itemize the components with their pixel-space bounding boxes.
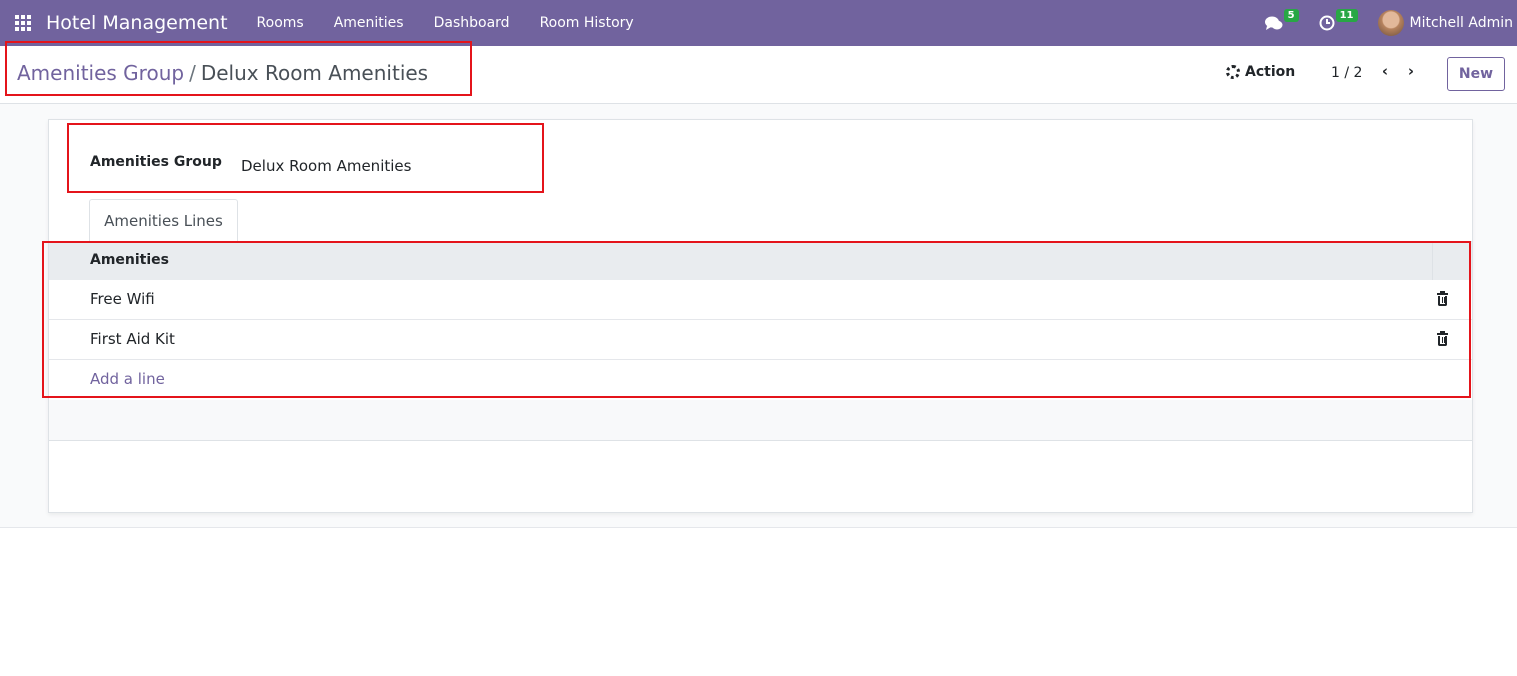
app-brand[interactable]: Hotel Management [46,12,228,34]
breadcrumb-current: Delux Room Amenities [200,61,429,85]
form-sheet: Amenities Group Delux Room Amenities Ame… [48,119,1473,513]
pager-value[interactable]: 1 / 2 [1331,65,1362,81]
add-line-link[interactable]: Add a line [90,370,165,388]
messages-badge: 5 [1283,9,1299,22]
control-panel: Amenities Group / Delux Room Amenities Act… [0,46,1517,104]
menu-item-rooms[interactable]: Rooms [242,15,319,31]
column-header-actions [1432,242,1472,281]
messages-systray[interactable]: 5 [1264,9,1299,31]
amenities-group-field[interactable]: Delux Room Amenities [241,157,411,175]
table-row[interactable]: Free Wifi [49,280,1472,320]
table-row[interactable]: First Aid Kit [49,320,1472,360]
tab-amenities-lines[interactable]: Amenities Lines [89,199,238,241]
breadcrumb-separator: / [189,61,196,85]
amenity-name[interactable]: First Aid Kit [90,330,175,348]
chevron-right-icon[interactable]: › [1402,62,1420,80]
menu-item-dashboard[interactable]: Dashboard [419,15,525,31]
table-header: Amenities [49,241,1472,281]
user-menu[interactable]: Mitchell Admin [1377,10,1517,36]
amenity-name[interactable]: Free Wifi [90,290,155,308]
user-name: Mitchell Admin [1409,15,1514,31]
gear-icon [1226,65,1240,79]
table-footer [49,400,1472,441]
action-label: Action [1245,64,1296,80]
trash-icon[interactable] [1437,291,1448,306]
menu-item-room-history[interactable]: Room History [525,15,649,31]
activities-badge: 11 [1335,9,1358,22]
avatar [1377,10,1404,36]
chevron-left-icon[interactable]: ‹ [1376,62,1394,80]
breadcrumb: Amenities Group / Delux Room Amenities [17,61,428,85]
action-button[interactable]: Action [1226,64,1295,80]
activities-systray[interactable]: 11 [1319,9,1358,31]
clock-icon [1319,15,1335,31]
trash-icon[interactable] [1437,331,1448,346]
amenities-group-label: Amenities Group [90,154,222,170]
column-header-amenities[interactable]: Amenities [90,252,169,268]
add-line-row: Add a line [49,360,1472,400]
chat-icon [1264,16,1283,30]
new-button[interactable]: New [1447,57,1505,91]
menu-item-amenities[interactable]: Amenities [319,15,419,31]
breadcrumb-parent-link[interactable]: Amenities Group [17,61,184,85]
top-navbar: Hotel Management Rooms Amenities Dashboa… [0,0,1517,46]
apps-menu-icon[interactable] [0,0,46,46]
